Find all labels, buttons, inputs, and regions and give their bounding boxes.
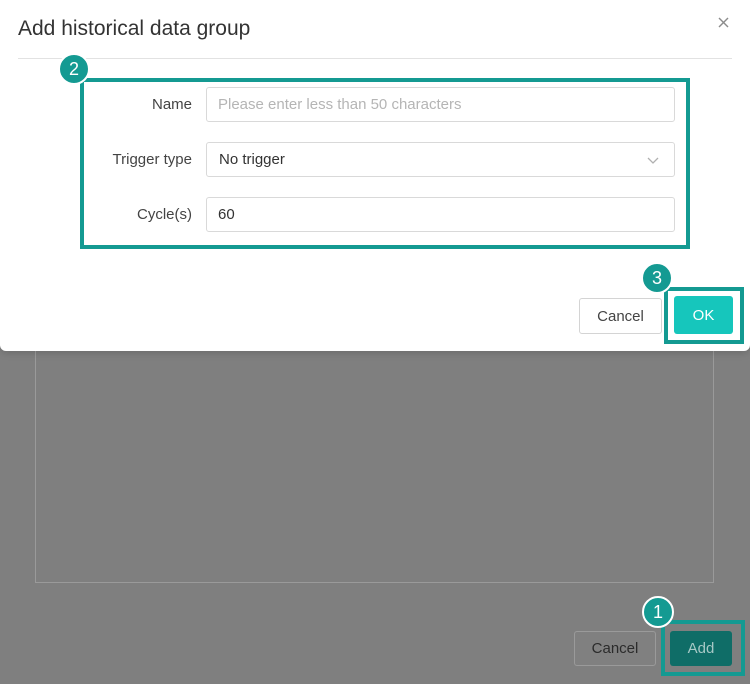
name-input[interactable] [206, 87, 675, 122]
step-badge-1: 1 [642, 596, 674, 628]
cancel-button[interactable]: Cancel [579, 298, 662, 334]
title-divider [18, 58, 732, 59]
ok-button[interactable]: OK [674, 296, 733, 334]
chevron-down-icon [646, 153, 660, 167]
trigger-type-row: Trigger type No trigger [0, 142, 750, 178]
name-label: Name [151, 96, 192, 113]
name-row: Name [0, 87, 750, 123]
cycle-row: Cycle(s) [0, 197, 750, 233]
background-cancel-button[interactable]: Cancel [574, 631, 656, 666]
add-button[interactable]: Add [670, 631, 732, 666]
trigger-type-label: Trigger type [112, 151, 192, 168]
background-panel [35, 318, 714, 583]
trigger-type-value: No trigger [219, 151, 285, 168]
dialog-title: Add historical data group [18, 17, 251, 40]
cycle-input[interactable] [206, 197, 675, 232]
close-icon[interactable] [714, 12, 734, 32]
add-historical-data-group-dialog: Add historical data group Name Trigger t… [0, 0, 750, 351]
cycle-label: Cycle(s) [137, 206, 192, 223]
trigger-type-select[interactable]: No trigger [206, 142, 675, 177]
